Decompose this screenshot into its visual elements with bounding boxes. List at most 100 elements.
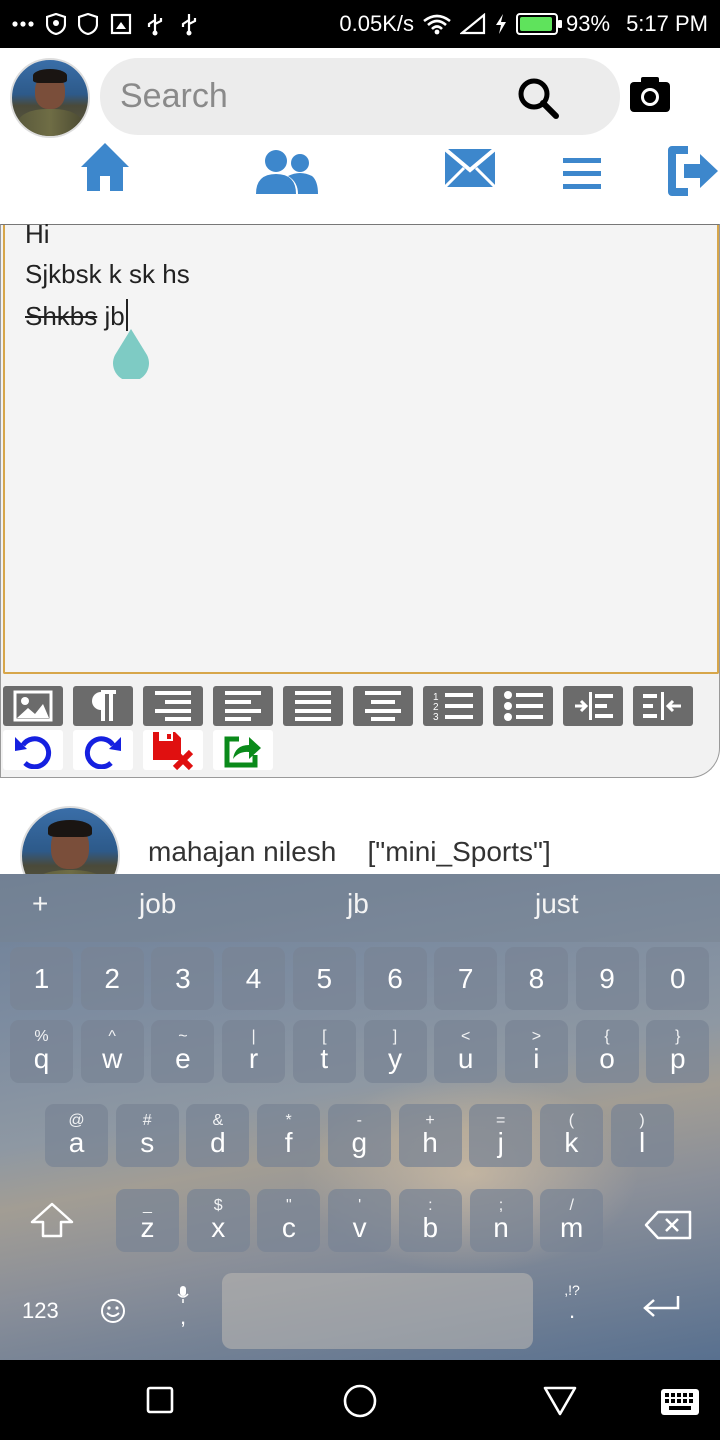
key-6[interactable]: 6 (363, 947, 427, 1010)
enter-key[interactable] (640, 1294, 682, 1328)
key-8[interactable]: 8 (504, 947, 568, 1010)
home-circle-icon[interactable] (343, 1384, 377, 1418)
key-label: z (140, 1212, 155, 1243)
key-x[interactable]: $ x (186, 1189, 250, 1252)
home-icon[interactable] (78, 140, 132, 199)
screen: 0.05K/s 93% 5:17 PM Search Hi Sjkbsk k s… (0, 0, 720, 1440)
align-justify-icon[interactable] (283, 686, 343, 726)
search-icon[interactable] (516, 76, 560, 125)
key-d[interactable]: & d (186, 1104, 250, 1167)
undo-icon[interactable] (3, 730, 63, 770)
app-header (0, 48, 720, 224)
format-toolbar: 123 (3, 686, 693, 726)
key-n[interactable]: ; n (469, 1189, 533, 1252)
paragraph-icon[interactable] (73, 686, 133, 726)
share-icon[interactable] (213, 730, 273, 770)
key-z[interactable]: _ z (116, 1189, 179, 1252)
key-v[interactable]: ' v (328, 1189, 392, 1252)
key-2[interactable]: 2 (80, 947, 144, 1010)
discard-save-icon[interactable] (143, 730, 203, 770)
editor-text: jb (97, 301, 125, 331)
key-o[interactable]: {o (575, 1020, 639, 1083)
key-9[interactable]: 9 (575, 947, 639, 1010)
key-l[interactable]: ) l (610, 1104, 674, 1167)
ordered-list-icon[interactable]: 123 (423, 686, 483, 726)
key-label: p (670, 1043, 686, 1074)
key-label: f (284, 1127, 293, 1158)
emoji-key[interactable] (100, 1298, 126, 1330)
svg-text:3: 3 (433, 712, 439, 722)
post-author[interactable]: mahajan nilesh (148, 836, 336, 867)
key-h[interactable]: + h (398, 1104, 462, 1167)
key-5[interactable]: 5 (292, 947, 356, 1010)
key-j[interactable]: = j (469, 1104, 533, 1167)
key-k[interactable]: (k (539, 1104, 603, 1167)
add-word-button[interactable]: + (32, 888, 48, 920)
shield-icon (46, 13, 66, 35)
key-g[interactable]: -g (327, 1104, 391, 1167)
key-3[interactable]: 3 (151, 947, 215, 1010)
post-author-line: mahajan nilesh ["mini_Sports"] (148, 836, 551, 868)
key-m[interactable]: / m (540, 1189, 604, 1252)
soft-keyboard: + job jb just 123 , ,!? . 1 2 3 4 5 6 7 8 9 0% q ^ w… (0, 874, 720, 1360)
key-u[interactable]: < u (434, 1020, 498, 1083)
backspace-key[interactable] (644, 1210, 692, 1246)
key-q[interactable]: % q (10, 1020, 73, 1083)
friends-icon[interactable] (254, 148, 320, 201)
key-label: e (175, 1043, 191, 1074)
camera-icon[interactable] (628, 74, 672, 119)
key-label: m (560, 1212, 584, 1243)
period-key[interactable]: ,!? . (560, 1282, 584, 1324)
key-b[interactable]: :b (398, 1189, 462, 1252)
logout-icon[interactable] (666, 144, 720, 203)
align-center-icon[interactable] (353, 686, 413, 726)
key-4[interactable]: 4 (222, 947, 286, 1010)
shift-key[interactable] (30, 1202, 74, 1244)
redo-icon[interactable] (73, 730, 133, 770)
messages-icon[interactable] (443, 146, 497, 195)
key-p[interactable]: } p (646, 1020, 710, 1083)
search-input[interactable] (120, 58, 500, 135)
avatar[interactable] (10, 58, 90, 138)
key-1[interactable]: 1 (10, 947, 73, 1010)
status-bar: 0.05K/s 93% 5:17 PM (0, 0, 720, 48)
key-e[interactable]: ~ e (151, 1020, 215, 1083)
key-s[interactable]: # s (115, 1104, 179, 1167)
back-icon[interactable] (543, 1386, 577, 1416)
cursor-handle[interactable] (111, 329, 151, 382)
editor-line: Sjkbsk k sk hs (25, 259, 190, 289)
key-a[interactable]: @ a (45, 1104, 108, 1167)
outdent-icon[interactable] (633, 686, 693, 726)
key-y[interactable]: ] y (363, 1020, 427, 1083)
unordered-list-icon[interactable] (493, 686, 553, 726)
key-t[interactable]: [t (292, 1020, 356, 1083)
image-icon[interactable] (3, 686, 63, 726)
align-right-icon[interactable] (143, 686, 203, 726)
key-0[interactable]: 0 (646, 947, 710, 1010)
key-label: t (320, 1043, 329, 1074)
suggestion[interactable]: just (535, 888, 579, 920)
key-r[interactable]: | r (222, 1020, 286, 1083)
key-label: k (564, 1127, 579, 1158)
key-w[interactable]: ^ w (80, 1020, 144, 1083)
key-7[interactable]: 7 (434, 947, 498, 1010)
space-key[interactable] (222, 1273, 533, 1349)
align-left-icon[interactable] (213, 686, 273, 726)
editor-text-area[interactable]: Hi Sjkbsk k sk hs Shkbs jb (3, 219, 719, 674)
comma-key[interactable]: , (170, 1284, 196, 1330)
keyboard-switch-icon[interactable] (660, 1388, 700, 1416)
key-c[interactable]: " c (257, 1189, 321, 1252)
suggestion-bar: + job jb just (0, 874, 720, 942)
indent-icon[interactable] (563, 686, 623, 726)
key-label: j (497, 1127, 504, 1158)
menu-icon[interactable] (563, 156, 601, 195)
symbols-key[interactable]: 123 (22, 1298, 59, 1324)
key-i[interactable]: > i (504, 1020, 568, 1083)
battery-percent: 93% (566, 11, 611, 36)
wifi-icon (422, 13, 452, 35)
key-label: h (422, 1127, 438, 1158)
key-f[interactable]: * f (257, 1104, 321, 1167)
suggestion[interactable]: jb (347, 888, 369, 920)
suggestion[interactable]: job (139, 888, 176, 920)
recents-icon[interactable] (146, 1386, 174, 1414)
